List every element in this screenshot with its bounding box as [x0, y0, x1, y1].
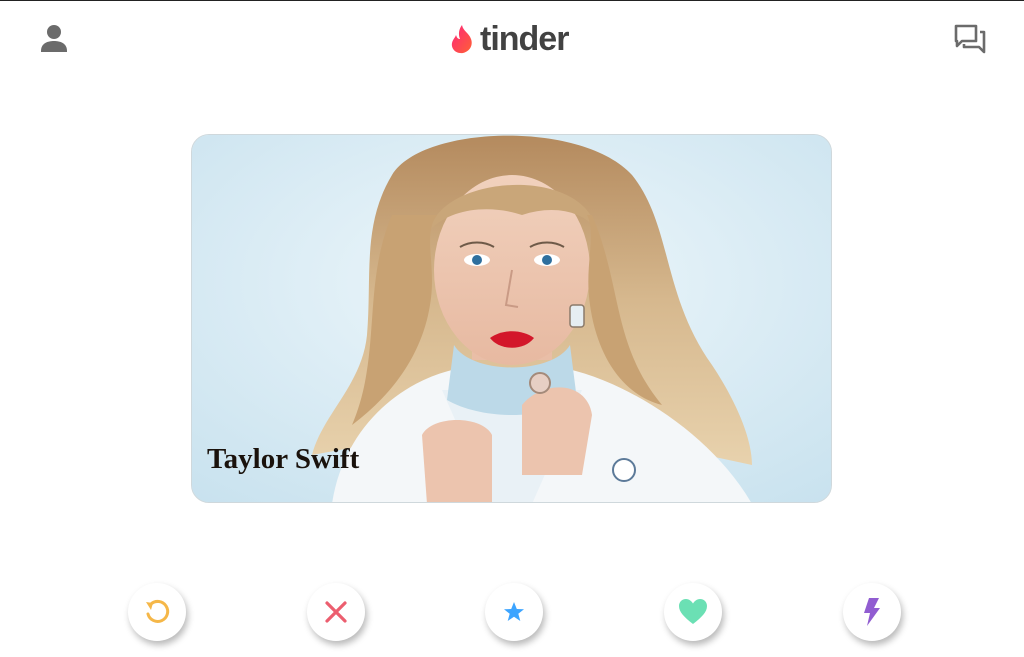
- star-icon: [504, 602, 524, 621]
- profile-name: Taylor Swift: [207, 443, 360, 475]
- heart-icon: [679, 599, 707, 624]
- person-icon: [41, 25, 67, 52]
- tinder-logo[interactable]: tinder: [450, 19, 569, 59]
- flame-icon: [451, 25, 472, 54]
- boost-button[interactable]: [843, 583, 901, 641]
- lightning-icon: [864, 598, 880, 626]
- chat-bubbles-icon: [954, 24, 986, 54]
- rewind-icon: [146, 599, 170, 623]
- super-like-button[interactable]: [485, 583, 543, 641]
- tinder-app: tinder Taylor Swift: [0, 0, 1024, 657]
- close-icon: [325, 601, 347, 623]
- messages-button[interactable]: [950, 21, 990, 57]
- like-button[interactable]: [664, 583, 722, 641]
- profile-button[interactable]: [36, 21, 72, 57]
- profile-card[interactable]: Taylor Swift: [191, 134, 832, 503]
- nope-button[interactable]: [307, 583, 365, 641]
- logo-text: tinder: [480, 20, 569, 58]
- rewind-button[interactable]: [128, 583, 186, 641]
